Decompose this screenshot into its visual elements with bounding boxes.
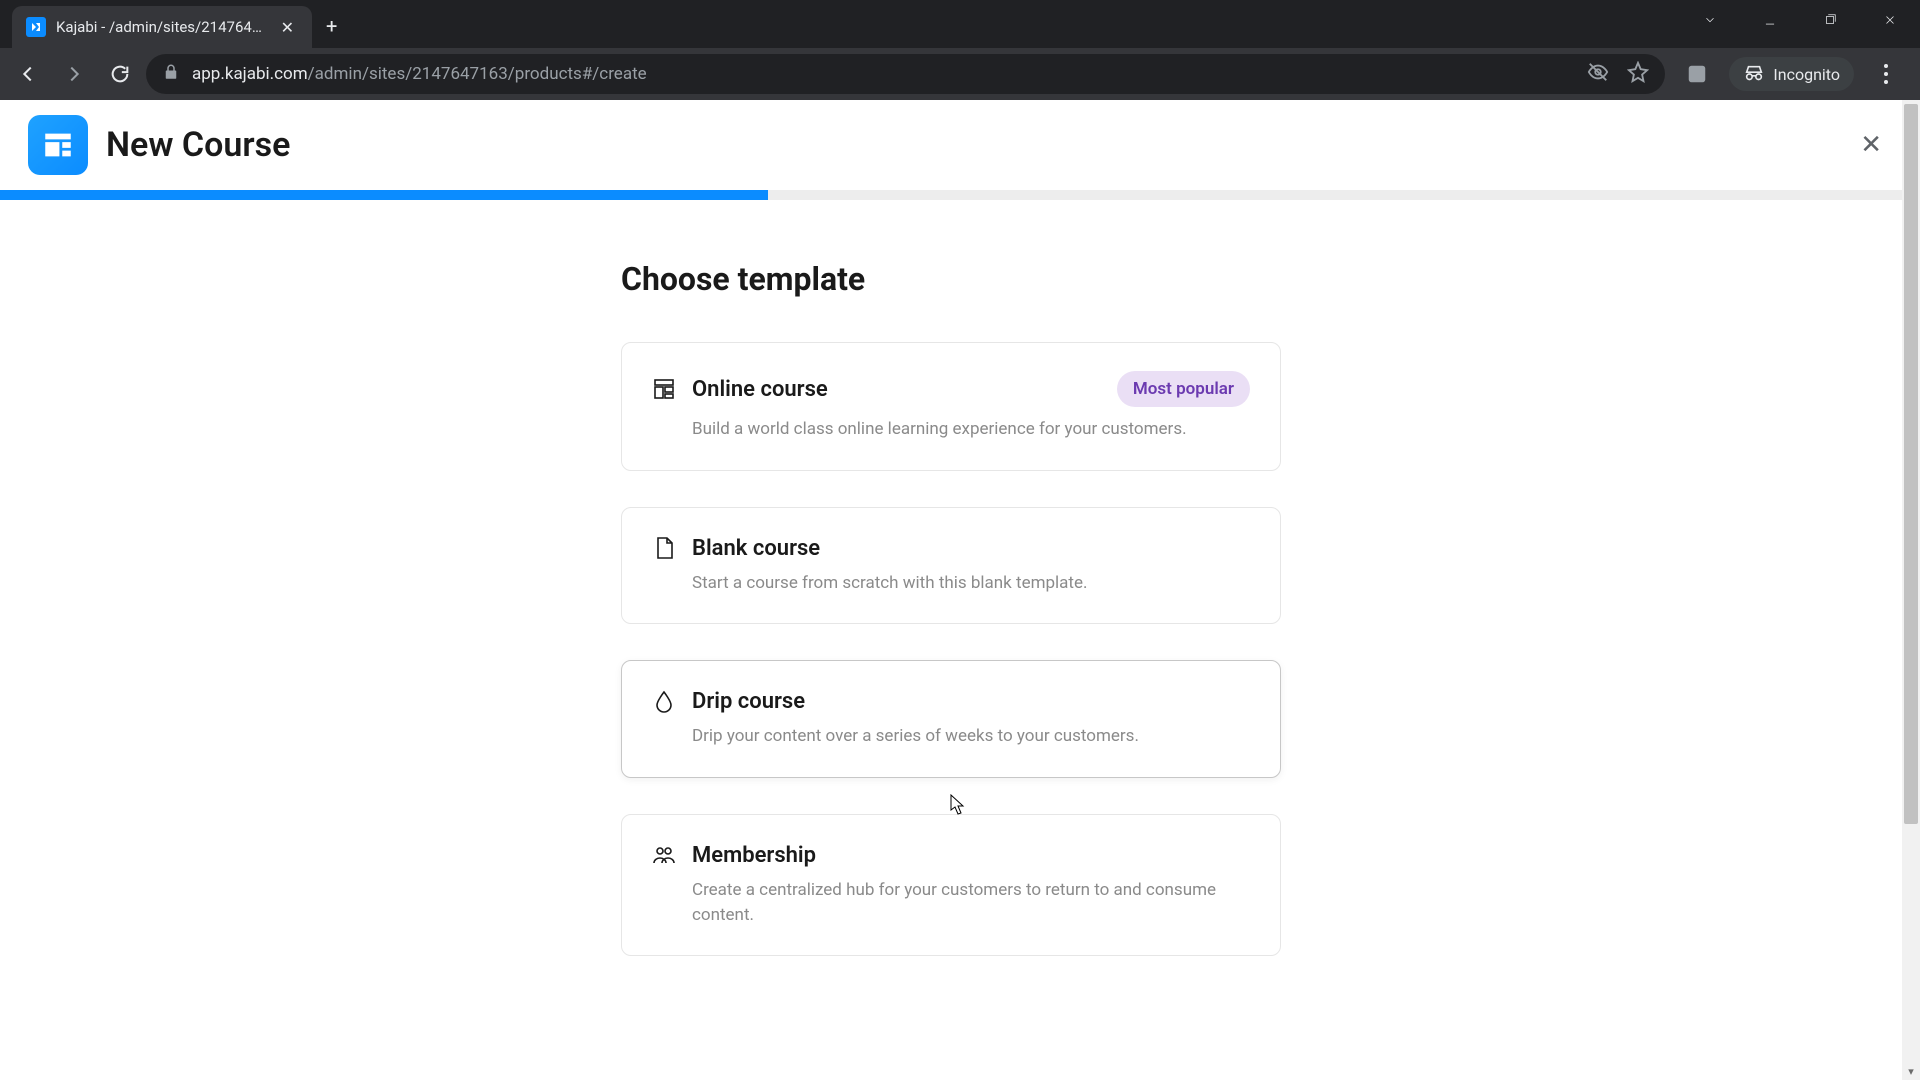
section-title: Choose template xyxy=(621,260,1281,298)
template-title: Online course xyxy=(692,377,828,402)
incognito-label: Incognito xyxy=(1773,65,1840,84)
most-popular-badge: Most popular xyxy=(1117,371,1250,407)
course-icon xyxy=(28,115,88,175)
drip-icon xyxy=(652,690,676,714)
content-scroll: Choose template Online course Most popula… xyxy=(0,200,1902,1080)
url-text: app.kajabi.com/admin/sites/2147647163/pr… xyxy=(192,64,647,84)
nav-reload-button[interactable] xyxy=(100,54,140,94)
template-description: Build a world class online learning expe… xyxy=(692,417,1250,442)
address-bar[interactable]: app.kajabi.com/admin/sites/2147647163/pr… xyxy=(146,54,1665,94)
window-controls xyxy=(1680,0,1920,48)
template-list: Online course Most popular Build a world c… xyxy=(621,342,1281,956)
browser-menu-button[interactable] xyxy=(1868,56,1904,92)
scrollbar-thumb[interactable] xyxy=(1904,104,1918,824)
toolbar-right-icons: Incognito xyxy=(1671,56,1912,92)
incognito-icon xyxy=(1743,63,1765,85)
tab-strip: Kajabi - /admin/sites/2147647163 ✕ + xyxy=(0,0,351,48)
extensions-icon[interactable] xyxy=(1679,56,1715,92)
template-description: Drip your content over a series of weeks… xyxy=(692,724,1250,749)
lock-icon xyxy=(162,63,180,86)
incognito-badge[interactable]: Incognito xyxy=(1729,57,1854,91)
window-close-button[interactable] xyxy=(1860,0,1920,40)
content: Choose template Online course Most popula… xyxy=(621,200,1281,1032)
bookmark-star-icon[interactable] xyxy=(1627,61,1649,88)
progress-fill xyxy=(0,190,768,200)
close-button[interactable]: ✕ xyxy=(1850,120,1892,170)
chevron-down-icon[interactable] xyxy=(1680,0,1740,40)
browser-toolbar: app.kajabi.com/admin/sites/2147647163/pr… xyxy=(0,48,1920,100)
course-icon xyxy=(652,377,676,401)
template-card-course[interactable]: Online course Most popular Build a world c… xyxy=(621,342,1281,471)
nav-back-button[interactable] xyxy=(8,54,48,94)
page-scrollbar[interactable]: ▾ xyxy=(1902,100,1920,1080)
page-title: New Course xyxy=(106,125,290,165)
template-description: Create a centralized hub for your custom… xyxy=(692,878,1250,927)
template-title: Blank course xyxy=(692,536,820,561)
blank-icon xyxy=(652,536,676,560)
kajabi-favicon-icon xyxy=(26,17,46,37)
browser-tab[interactable]: Kajabi - /admin/sites/2147647163 ✕ xyxy=(12,6,312,48)
browser-titlebar: Kajabi - /admin/sites/2147647163 ✕ + xyxy=(0,0,1920,48)
template-card-blank[interactable]: Blank course Start a course from scratch … xyxy=(621,507,1281,625)
app-header: New Course ✕ xyxy=(0,100,1920,190)
template-title: Membership xyxy=(692,843,816,868)
address-bar-right xyxy=(1587,61,1649,88)
progress-bar xyxy=(0,190,1920,200)
tab-title: Kajabi - /admin/sites/2147647163 xyxy=(56,18,267,36)
membership-icon xyxy=(652,843,676,867)
template-title: Drip course xyxy=(692,689,805,714)
template-card-membership[interactable]: Membership Create a centralized hub for y… xyxy=(621,814,1281,956)
page-body: New Course ✕ Choose template Online cour… xyxy=(0,100,1920,1080)
template-card-drip[interactable]: Drip course Drip your content over a seri… xyxy=(621,660,1281,778)
new-tab-button[interactable]: + xyxy=(312,4,351,48)
template-description: Start a course from scratch with this bl… xyxy=(692,571,1250,596)
window-minimize-button[interactable] xyxy=(1740,0,1800,40)
window-maximize-button[interactable] xyxy=(1800,0,1860,40)
tab-close-icon[interactable]: ✕ xyxy=(277,14,298,41)
nav-forward-button[interactable] xyxy=(54,54,94,94)
eye-off-icon[interactable] xyxy=(1587,61,1609,88)
scrollbar-down-arrow[interactable]: ▾ xyxy=(1902,1062,1920,1080)
